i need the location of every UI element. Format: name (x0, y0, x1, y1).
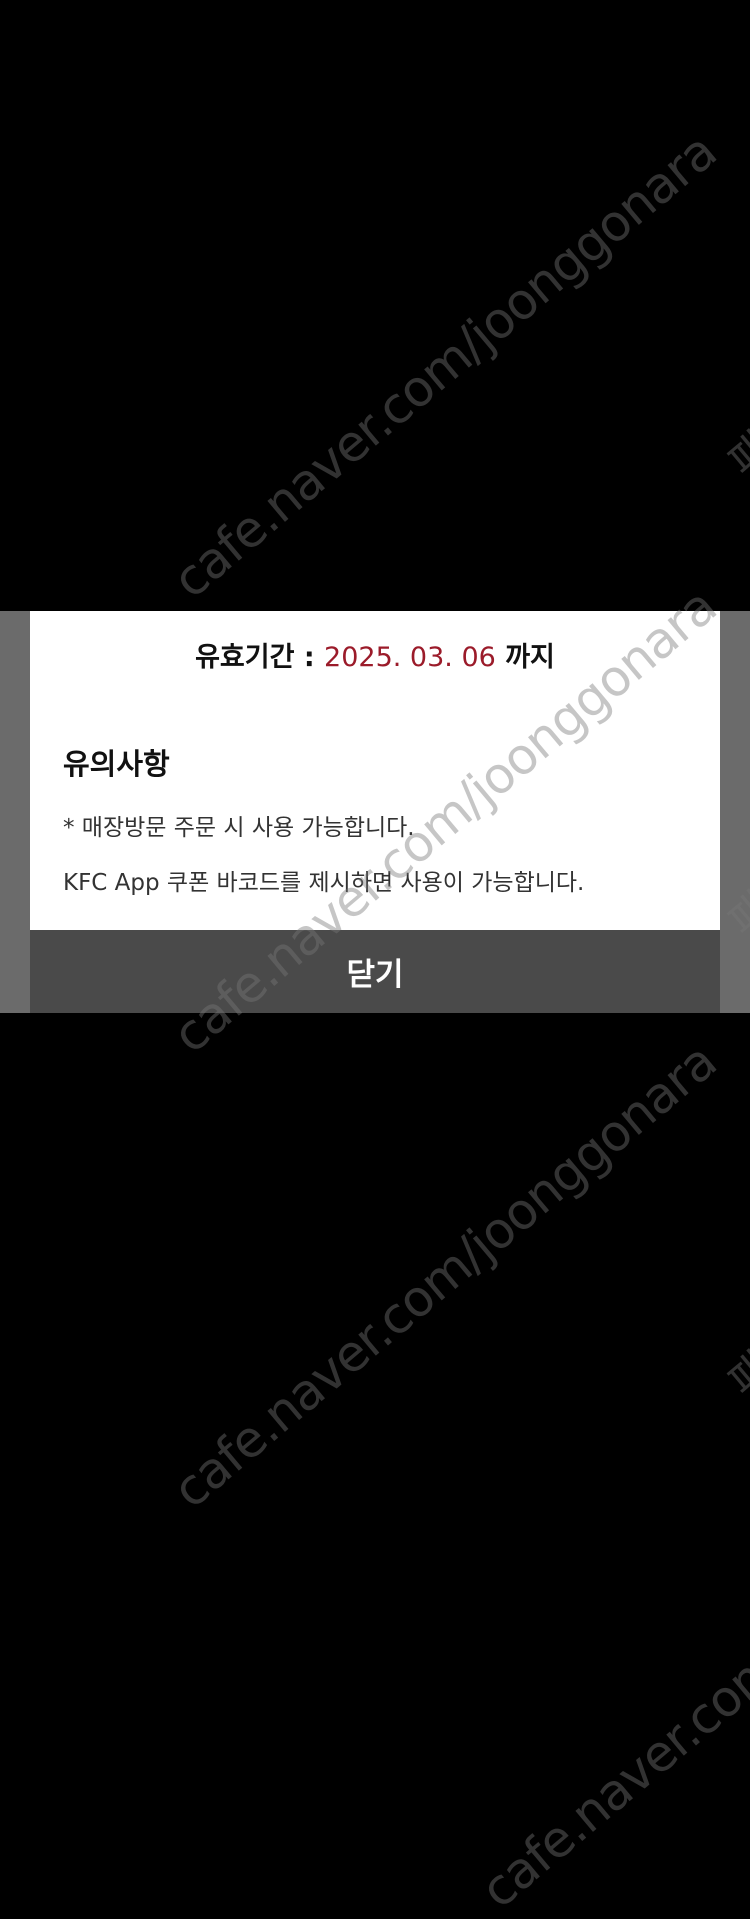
watermark-text: cafe.naver.com/joonggonara (162, 122, 728, 610)
notice-line-1: * 매장방문 주문 시 사용 가능합니다. (63, 815, 415, 841)
watermark-side-text: 패 (719, 422, 750, 488)
dialog-body: 유효기간 : 2025. 03. 06 까지 유의사항 * 매장방문 주문 시 … (30, 611, 720, 930)
expiry-label: 유효기간 : (195, 642, 315, 673)
watermark-side-text: 패 (719, 1342, 750, 1408)
watermark-text: cafe.naver.com/joonggonara (470, 1432, 750, 1919)
coupon-info-dialog: 유효기간 : 2025. 03. 06 까지 유의사항 * 매장방문 주문 시 … (30, 611, 720, 1013)
overlay-edge-right (720, 611, 750, 1013)
watermark-text: cafe.naver.com/joonggonara (162, 1032, 728, 1520)
close-button[interactable]: 닫기 (30, 930, 720, 1013)
expiry-suffix: 까지 (505, 642, 555, 673)
overlay-edge-left (0, 611, 30, 1013)
expiry-date: 2025. 03. 06 (324, 642, 496, 673)
notice-title: 유의사항 (63, 747, 170, 781)
expiry-line: 유효기간 : 2025. 03. 06 까지 (30, 635, 720, 674)
notice-line-2: KFC App 쿠폰 바코드를 제시하면 사용이 가능합니다. (63, 870, 585, 896)
